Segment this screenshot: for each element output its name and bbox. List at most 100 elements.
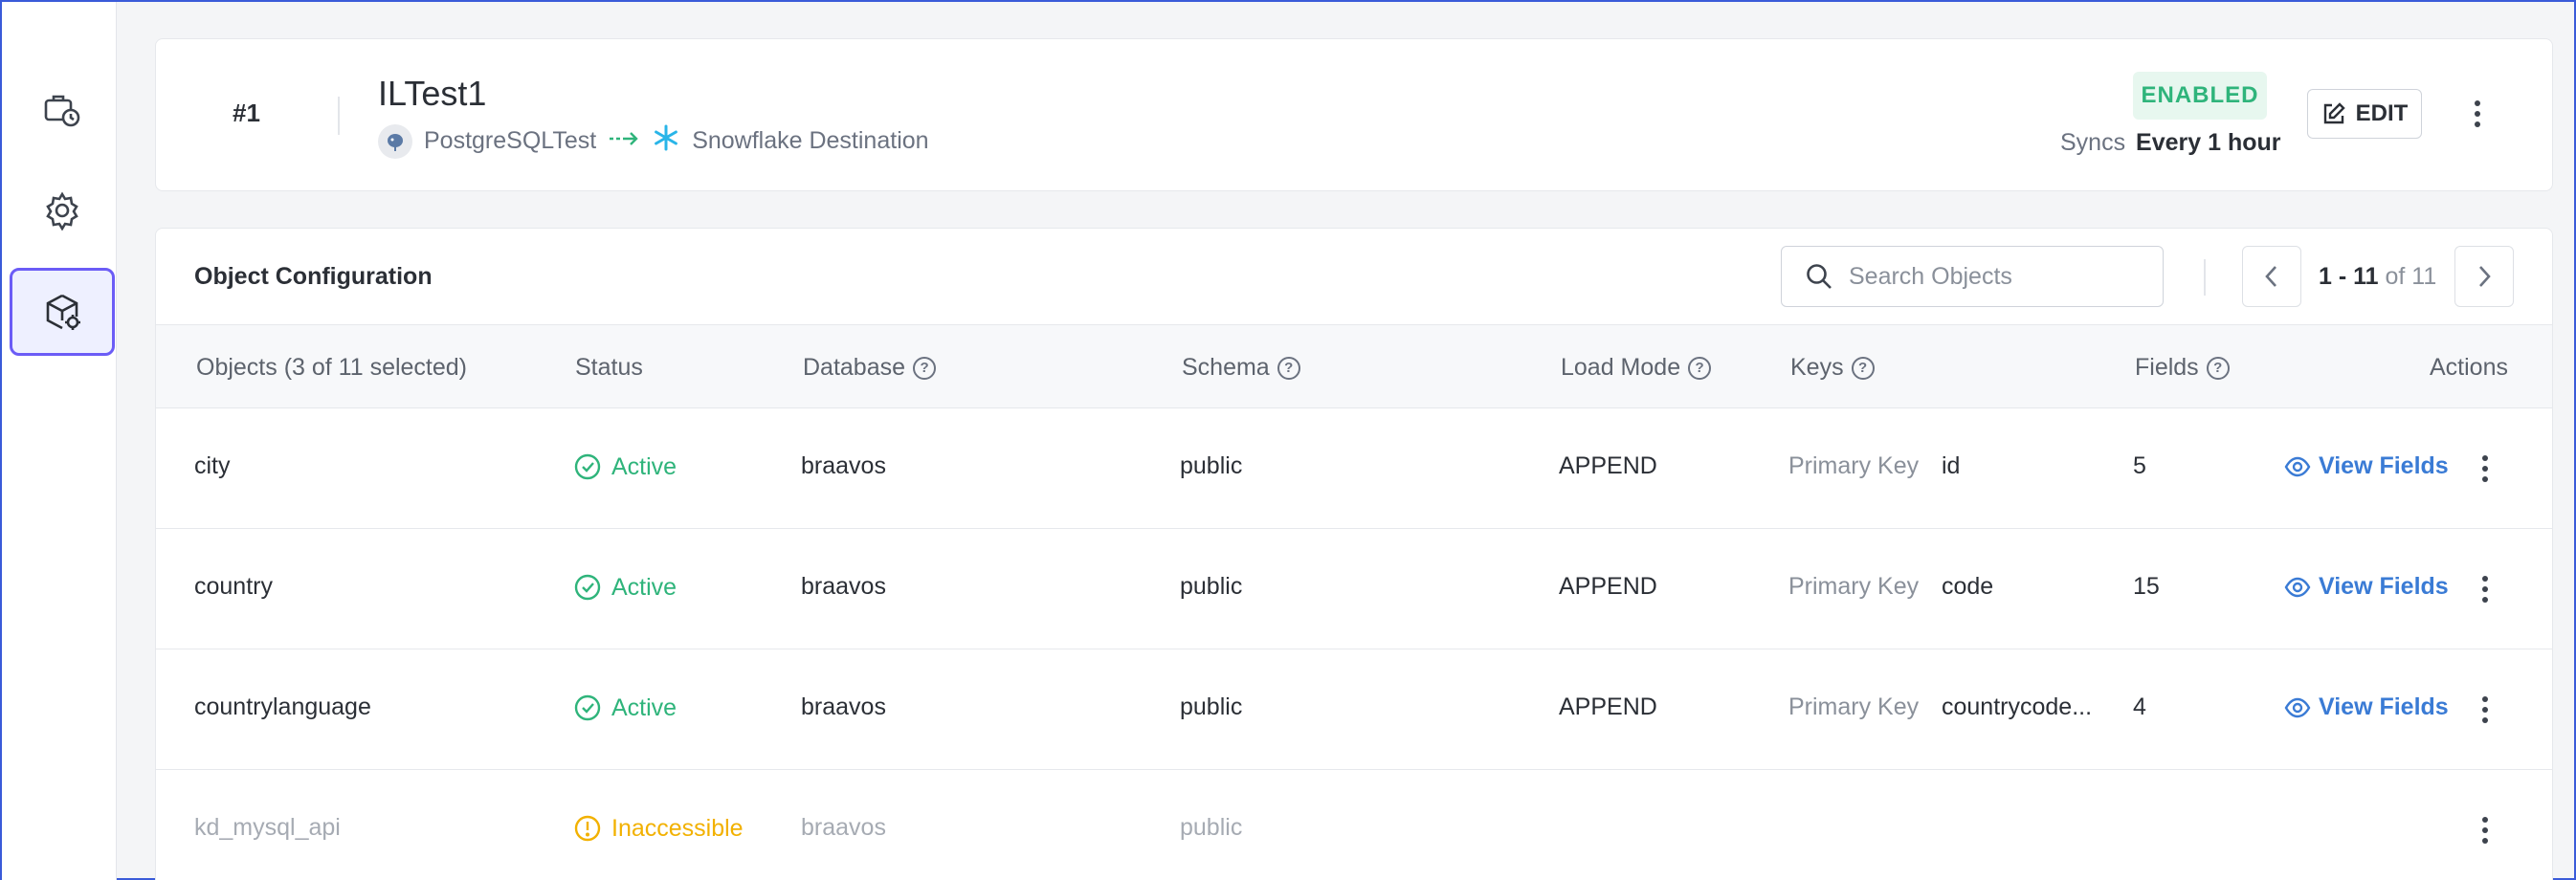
eye-icon [2284, 456, 2311, 476]
row-more-options-icon[interactable] [2474, 570, 2497, 608]
database-cell: braavos [801, 814, 886, 841]
status-badge: ENABLED [2133, 72, 2267, 120]
key-type: Primary Key [1788, 452, 1920, 479]
pagination-text: 1 - 11 of 11 [2319, 263, 2436, 291]
object-name: city [194, 452, 231, 479]
check-circle-icon [574, 694, 601, 721]
sidebar [2, 2, 117, 880]
search-input[interactable] [1849, 262, 2136, 291]
col-load-mode: Load Mode ? [1561, 354, 1712, 382]
schema-cell: public [1180, 814, 1243, 841]
help-icon[interactable]: ? [913, 356, 937, 380]
view-fields-label: View Fields [2319, 693, 2449, 720]
status-cell: Active [573, 452, 677, 481]
view-fields-link[interactable]: View Fields [2284, 452, 2449, 480]
fields-count: 5 [2133, 452, 2146, 479]
col-fields-label: Fields [2135, 354, 2199, 381]
key-value: countrycode... [1942, 693, 2093, 720]
panel-title: Object Configuration [194, 263, 433, 290]
cube-gear-icon [46, 294, 80, 330]
edit-button[interactable]: EDIT [2307, 89, 2422, 139]
table-row[interactable]: country Active braavos public APPEND Pri… [156, 529, 2552, 649]
table-row[interactable]: kd_mysql_api Inaccessible braavos public [156, 770, 2552, 880]
col-keys-label: Keys [1790, 354, 1844, 381]
schema-cell: public [1180, 452, 1243, 479]
object-name: country [194, 573, 273, 600]
pipeline-header: #1 ILTest1 PostgreSQLTest Snowflake Dest… [155, 38, 2553, 191]
row-more-options-icon[interactable] [2474, 450, 2497, 488]
col-load-mode-label: Load Mode [1561, 354, 1681, 381]
prev-page-button[interactable] [2242, 246, 2301, 307]
col-fields: Fields ? [2135, 354, 2230, 382]
key-type: Primary Key [1788, 693, 1920, 720]
fields-count: 4 [2133, 693, 2146, 720]
syncs-label: Syncs [2060, 129, 2126, 156]
row-more-options-icon[interactable] [2474, 811, 2497, 849]
col-objects: Objects (3 of 11 selected) [196, 354, 468, 381]
table-header: Objects (3 of 11 selected) Status Databa… [156, 324, 2552, 408]
arrow-right-icon [608, 127, 640, 155]
schema-cell: public [1180, 693, 1243, 720]
view-fields-label: View Fields [2319, 452, 2449, 479]
load-mode-cell: APPEND [1559, 693, 1657, 720]
source-name: PostgreSQLTest [424, 127, 597, 154]
status-text: Active [611, 693, 677, 721]
pagination-total: of 11 [2385, 263, 2437, 290]
help-icon[interactable]: ? [2206, 356, 2230, 380]
status-text: Active [611, 573, 677, 601]
row-more-options-icon[interactable] [2474, 691, 2497, 729]
status-text: Inaccessible [611, 814, 744, 842]
view-fields-label: View Fields [2319, 573, 2449, 600]
view-fields-link[interactable]: View Fields [2284, 693, 2449, 721]
pipeline-route: PostgreSQLTest Snowflake Destination [378, 123, 929, 159]
edit-icon [2323, 102, 2345, 124]
col-status: Status [575, 354, 643, 381]
help-icon[interactable]: ? [1277, 356, 1300, 380]
sidebar-item-settings[interactable] [10, 166, 115, 254]
key-type: Primary Key [1788, 573, 1920, 600]
destination-name: Snowflake Destination [692, 127, 929, 154]
load-mode-cell: APPEND [1559, 452, 1657, 479]
search-icon [1807, 264, 1832, 289]
database-cell: braavos [801, 452, 886, 479]
view-fields-link[interactable]: View Fields [2284, 573, 2449, 601]
col-keys: Keys ? [1790, 354, 1875, 382]
fields-count: 15 [2133, 573, 2160, 600]
status-cell: Active [573, 693, 677, 722]
col-actions: Actions [2430, 354, 2508, 381]
chevron-right-icon [2479, 266, 2491, 287]
divider [338, 97, 340, 135]
eye-icon [2284, 577, 2311, 597]
check-circle-icon [574, 453, 601, 480]
table-row[interactable]: city Active braavos public APPEND Primar… [156, 408, 2552, 529]
help-icon[interactable]: ? [1688, 356, 1712, 380]
col-database-label: Database [803, 354, 906, 381]
col-schema-label: Schema [1182, 354, 1270, 381]
briefcase-clock-icon [44, 95, 80, 127]
search-box [1781, 246, 2164, 307]
object-name: countrylanguage [194, 693, 371, 720]
sync-frequency: Syncs Every 1 hour [2060, 129, 2281, 157]
pipeline-number: #1 [233, 99, 260, 127]
status-text: Active [611, 452, 677, 480]
pagination-range: 1 - 11 [2319, 263, 2379, 290]
sidebar-item-objects[interactable] [10, 268, 115, 356]
table-row[interactable]: countrylanguage Active braavos public AP… [156, 649, 2552, 770]
sidebar-item-pipelines[interactable] [10, 65, 115, 153]
key-value: id [1942, 452, 1961, 479]
schema-cell: public [1180, 573, 1243, 600]
check-circle-icon [574, 574, 601, 601]
status-cell: Active [573, 573, 677, 602]
postgres-icon [378, 123, 412, 159]
more-options-icon[interactable] [2466, 95, 2489, 133]
col-schema: Schema ? [1182, 354, 1300, 382]
warning-circle-icon [574, 815, 601, 842]
help-icon[interactable]: ? [1851, 356, 1875, 380]
key-value: code [1942, 573, 1994, 600]
database-cell: braavos [801, 693, 886, 720]
eye-icon [2284, 697, 2311, 717]
database-cell: braavos [801, 573, 886, 600]
next-page-button[interactable] [2454, 246, 2514, 307]
status-cell: Inaccessible [573, 814, 744, 843]
chevron-left-icon [2265, 266, 2276, 287]
